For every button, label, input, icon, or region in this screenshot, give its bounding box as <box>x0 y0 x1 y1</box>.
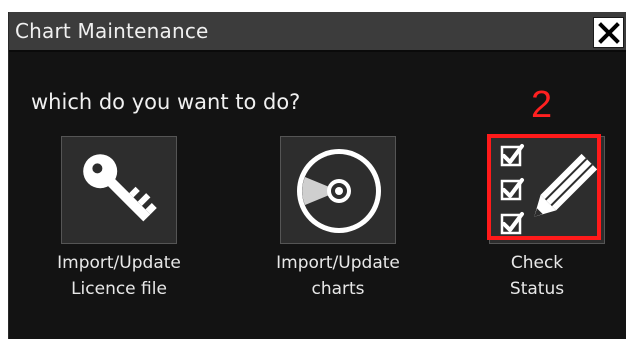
close-icon <box>598 22 620 44</box>
check-status-label: Check Status <box>447 250 626 302</box>
step-annotation: 2 <box>531 84 553 126</box>
disc-icon <box>297 149 381 233</box>
check-status-label-line1: Check <box>510 253 564 273</box>
import-charts-label-line1: Import/Update <box>276 253 400 273</box>
import-licence-label-line1: Import/Update <box>57 253 181 273</box>
import-licence-label: Import/Update Licence file <box>29 250 209 302</box>
key-icon <box>83 154 157 222</box>
import-charts-button[interactable] <box>280 136 396 244</box>
import-licence-button[interactable] <box>61 136 177 244</box>
selection-highlight <box>487 134 601 240</box>
dialog-title: Chart Maintenance <box>15 19 209 43</box>
check-status-label-line2: Status <box>509 279 565 299</box>
prompt-text: which do you want to do? <box>31 90 301 114</box>
import-licence-label-line2: Licence file <box>71 279 167 299</box>
chart-maintenance-dialog: Chart Maintenance which do you want to d… <box>8 12 626 339</box>
titlebar: Chart Maintenance <box>9 12 626 52</box>
import-charts-label-line2: charts <box>311 279 365 299</box>
import-charts-label: Import/Update charts <box>248 250 428 302</box>
close-button[interactable] <box>593 17 624 48</box>
